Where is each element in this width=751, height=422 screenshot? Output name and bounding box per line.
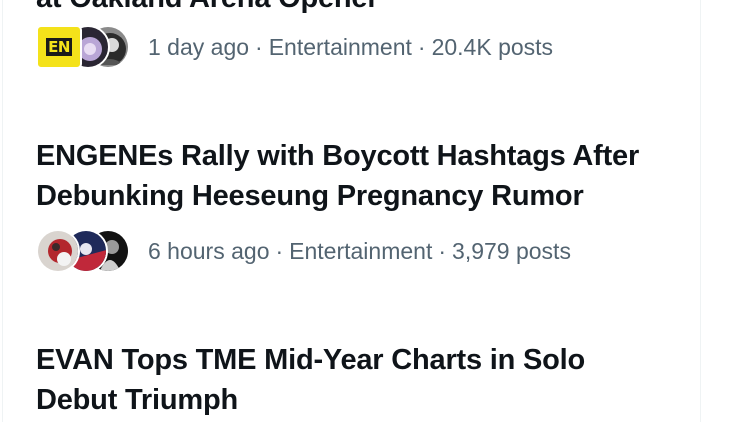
column-border-right xyxy=(700,0,701,422)
trend-headline-line: Debunking Heeseung Pregnancy Rumor xyxy=(36,180,584,212)
separator-dot: · xyxy=(255,33,263,60)
avatar-stack: EN xyxy=(36,24,132,70)
avatar xyxy=(36,229,80,273)
trend-time: 1 day ago xyxy=(148,33,250,60)
trend-meta: 6 hours ago · Entertainment · 3,979 posts xyxy=(36,228,571,274)
trend-post-count: 3,979 posts xyxy=(452,237,571,264)
trend-time: 6 hours ago xyxy=(148,237,270,264)
trend-meta-text: 6 hours ago · Entertainment · 3,979 posts xyxy=(148,238,571,265)
trend-headline-line: Debut Triumph xyxy=(36,384,239,416)
trending-feed: at Oakland Arena Opener xyxy=(0,0,751,422)
trend-headline[interactable]: EVAN Tops TME Mid-Year Charts in Solo De… xyxy=(36,340,686,420)
column-border-left xyxy=(2,0,3,422)
trend-post-count: 20.4K posts xyxy=(431,33,554,60)
avatar-stack xyxy=(36,228,132,274)
trend-headline[interactable]: at Oakland Arena Opener xyxy=(36,0,686,18)
separator-dot: · xyxy=(417,33,426,60)
trend-meta: EN 1 day ago · Entertainment · 20.4K posts xyxy=(36,24,553,70)
trend-category: Entertainment xyxy=(268,33,412,60)
separator-dot: · xyxy=(438,237,447,264)
trend-headline-line: ENGENEs Rally with Boycott Hashtags Afte… xyxy=(36,140,640,172)
trend-item[interactable]: ENGENEs Rally with Boycott Hashtags Afte… xyxy=(36,136,686,276)
trend-category: Entertainment xyxy=(289,237,433,264)
en-logo-text: EN xyxy=(46,38,72,56)
trend-headline-line: EVAN Tops TME Mid-Year Charts in Solo xyxy=(36,344,586,376)
channel-badge-avatar: EN xyxy=(36,25,82,69)
trend-item[interactable]: at Oakland Arena Opener xyxy=(36,0,686,78)
trend-meta-text: 1 day ago · Entertainment · 20.4K posts xyxy=(148,34,553,61)
trend-item[interactable]: EVAN Tops TME Mid-Year Charts in Solo De… xyxy=(36,340,686,422)
trend-headline-line: at Oakland Arena Opener xyxy=(36,0,379,14)
trend-headline[interactable]: ENGENEs Rally with Boycott Hashtags Afte… xyxy=(36,136,686,216)
separator-dot: · xyxy=(275,237,284,264)
